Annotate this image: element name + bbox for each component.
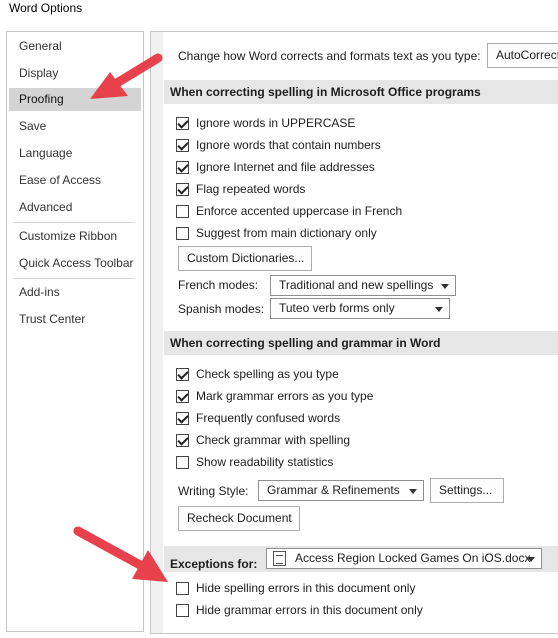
arrow-to-proofing: [90, 53, 163, 99]
arrow-to-exceptions: [73, 526, 168, 582]
annotation-arrows: [73, 53, 168, 582]
